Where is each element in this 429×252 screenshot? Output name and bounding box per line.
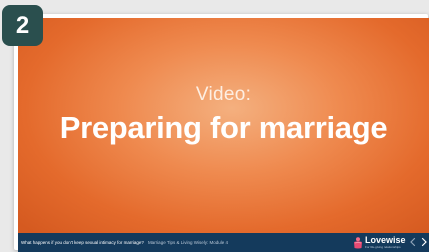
lovewise-brand: Lovewise For life-giving relationships bbox=[353, 236, 406, 249]
brand-name: Lovewise bbox=[365, 235, 406, 245]
brand-tagline: For life-giving relationships bbox=[365, 245, 401, 249]
lovewise-logo-icon bbox=[354, 236, 362, 248]
slide-title: Preparing for marriage bbox=[59, 110, 388, 145]
chevron-right-icon[interactable] bbox=[419, 237, 429, 247]
chevron-left-icon[interactable] bbox=[408, 237, 418, 247]
step-number-badge: 2 bbox=[2, 5, 43, 46]
footer-question: What happens if you don't keep sexual in… bbox=[21, 240, 144, 245]
video-footer-bar: What happens if you don't keep sexual in… bbox=[18, 233, 429, 252]
slide-subtitle: Video: bbox=[195, 84, 252, 105]
video-slide[interactable]: Video: Preparing for marriage bbox=[18, 18, 429, 233]
footer-source: Marriage Tips & Living Wisely: Module 4 bbox=[147, 240, 228, 245]
